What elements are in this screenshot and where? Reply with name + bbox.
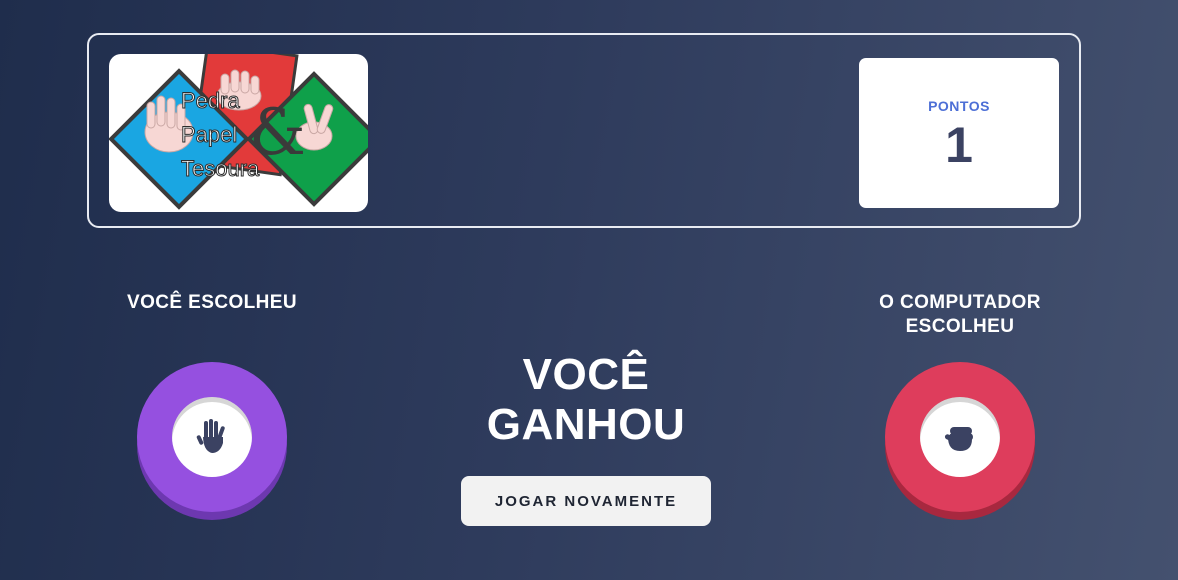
result-line-2: GANHOU bbox=[486, 400, 686, 449]
logo-word-1: Pedra bbox=[181, 88, 240, 113]
score-value: 1 bbox=[945, 117, 973, 173]
computer-choice-chip bbox=[885, 362, 1035, 520]
header-bar: Pedra Papel Tesoura & PONTOS 1 bbox=[87, 33, 1081, 228]
hand-icon bbox=[196, 419, 225, 453]
logo-graphic: Pedra Papel Tesoura & bbox=[109, 54, 368, 210]
play-again-button[interactable]: JOGAR NOVAMENTE bbox=[461, 476, 711, 526]
logo-word-2: Papel bbox=[181, 122, 237, 147]
player-chip-face bbox=[172, 397, 252, 477]
fist-icon bbox=[944, 427, 973, 451]
game-logo: Pedra Papel Tesoura & bbox=[109, 54, 368, 212]
computer-title-line-2: ESCOLHEU bbox=[905, 316, 1015, 337]
computer-pick-title: O COMPUTADOR ESCOLHEU bbox=[860, 291, 1060, 339]
logo-ampersand: & bbox=[249, 96, 306, 170]
player-choice-chip bbox=[137, 362, 287, 520]
computer-title-line-1: O COMPUTADOR bbox=[879, 292, 1041, 313]
computer-chip-face bbox=[920, 397, 1000, 477]
result-line-1: VOCÊ bbox=[522, 350, 650, 399]
player-pick-title: VOCÊ ESCOLHEU bbox=[127, 292, 297, 313]
score-box: PONTOS 1 bbox=[859, 58, 1059, 208]
score-label: PONTOS bbox=[928, 98, 990, 114]
result-message: VOCÊ GANHOU bbox=[430, 350, 742, 450]
